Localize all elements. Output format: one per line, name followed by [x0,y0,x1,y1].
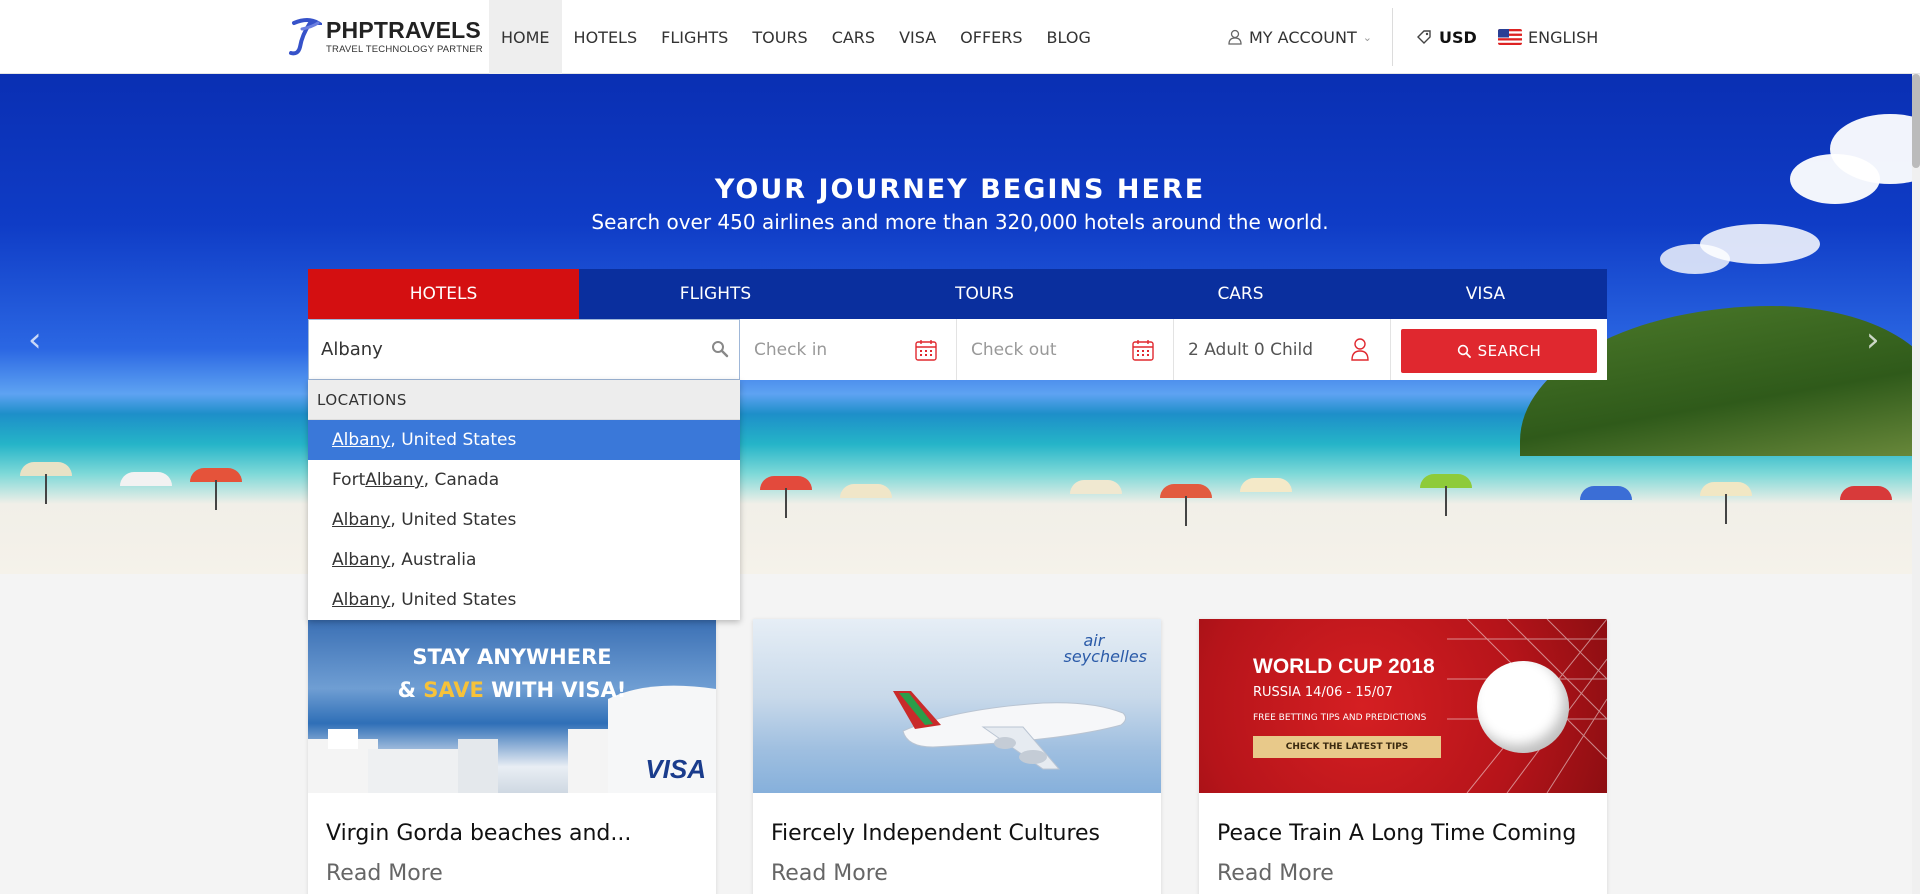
tab-visa[interactable]: VISA [1364,269,1607,319]
currency-label: USD [1439,27,1477,47]
blog-card[interactable]: air seychelles Fiercely Independent Cult… [753,619,1161,894]
hero-subtitle: Search over 450 airlines and more than 3… [591,210,1329,234]
read-more-link[interactable]: Read More [771,861,888,886]
main-nav: HOME HOTELS FLIGHTS TOURS CARS VISA OFFE… [489,0,1103,74]
nav-flights[interactable]: FLIGHTS [649,0,740,74]
card-title[interactable]: Fiercely Independent Cultures [771,821,1100,846]
world-cup-dates: RUSSIA 14/06 - 15/07 [1253,685,1393,700]
autocomplete-header: LOCATIONS [308,380,740,420]
currency-selector[interactable]: USD [1416,0,1477,74]
hero-title: YOUR JOURNEY BEGINS HERE [714,174,1206,205]
location-autocomplete: LOCATIONS Albany, United States Fort Alb… [308,380,740,620]
cloud-decoration [1660,244,1730,274]
item-suffix: , Australia [390,550,477,570]
tag-icon [1417,30,1431,44]
visa-logo: VISA [645,754,706,784]
autocomplete-item[interactable]: Albany, United States [308,580,740,620]
autocomplete-item[interactable]: Albany, United States [308,420,740,460]
blog-card[interactable]: WORLD CUP 2018 RUSSIA 14/06 - 15/07 FREE… [1199,619,1607,894]
item-match: Albany [332,590,391,610]
tab-cars[interactable]: CARS [1117,269,1364,319]
blog-card[interactable]: STAY ANYWHERE & SAVE WITH VISA! VISA Vir… [308,619,716,894]
autocomplete-item[interactable]: Fort Albany, Canada [308,460,740,500]
autocomplete-item[interactable]: Albany, United States [308,500,740,540]
search-button-label: SEARCH [1477,342,1542,360]
my-account-menu[interactable]: MY ACCOUNT ⌄ [1228,0,1372,74]
carousel-prev-icon[interactable]: ‹ [28,320,42,360]
logo-mark-icon [289,18,322,56]
tab-tours[interactable]: TOURS [852,269,1117,319]
nav-visa[interactable]: VISA [887,0,948,74]
logo-tagline: TRAVEL TECHNOLOGY PARTNER [326,44,483,56]
nav-cars[interactable]: CARS [820,0,887,74]
location-input[interactable] [321,339,701,360]
top-navbar: PHPTRAVELS TRAVEL TECHNOLOGY PARTNER HOM… [0,0,1920,74]
read-more-link[interactable]: Read More [326,861,443,886]
read-more-link[interactable]: Read More [1217,861,1334,886]
soccer-ball-icon [1477,661,1569,753]
location-field[interactable] [308,319,740,380]
chevron-down-icon: ⌄ [1362,30,1372,44]
calendar-icon [1132,340,1154,361]
search-button[interactable]: SEARCH [1401,329,1597,373]
tab-flights[interactable]: FLIGHTS [579,269,852,319]
header-divider [1392,8,1393,66]
search-icon [712,341,729,358]
item-prefix: Fort [332,470,366,490]
brand-logo[interactable]: PHPTRAVELS TRAVEL TECHNOLOGY PARTNER [288,16,483,58]
card-title[interactable]: Peace Train A Long Time Coming [1217,821,1576,846]
calendar-icon [915,340,937,361]
checkin-field[interactable]: Check in [740,319,957,380]
visa-promo-banner: STAY ANYWHERE & SAVE WITH VISA! VISA [308,619,716,793]
guests-value: 2 Adult 0 Child [1188,339,1314,360]
search-tabs: HOTELS FLIGHTS TOURS CARS VISA [308,269,1607,319]
item-suffix: , United States [390,430,517,450]
guests-field[interactable]: 2 Adult 0 Child [1174,319,1391,380]
search-icon [1457,344,1471,358]
world-cup-title: WORLD CUP 2018 [1253,655,1435,678]
my-account-label: MY ACCOUNT [1249,27,1357,47]
us-flag-icon [1498,29,1522,45]
item-match: Albany [332,510,391,530]
item-suffix: , United States [390,510,517,530]
tab-hotels[interactable]: HOTELS [308,269,579,319]
language-label: ENGLISH [1528,27,1599,47]
item-match: Albany [332,550,391,570]
nav-offers[interactable]: OFFERS [948,0,1034,74]
card-title[interactable]: Virgin Gorda beaches and... [326,821,631,846]
item-match: Albany [365,470,424,490]
user-icon [1228,29,1242,45]
page-scrollbar-thumb[interactable] [1912,74,1920,168]
nav-hotels[interactable]: HOTELS [562,0,650,74]
airplane-icon [893,691,1127,770]
user-icon [1351,338,1369,361]
air-seychelles-banner: air seychelles [753,619,1161,793]
carousel-next-icon[interactable]: › [1866,320,1880,360]
world-cup-tips-button: CHECK THE LATEST TIPS [1253,736,1441,758]
item-match: Albany [332,430,391,450]
nav-tours[interactable]: TOURS [740,0,819,74]
item-suffix: , Canada [423,470,500,490]
item-suffix: , United States [390,590,517,610]
autocomplete-item[interactable]: Albany, Australia [308,540,740,580]
logo-name: PHPTRAVELS [326,17,481,44]
world-cup-banner: WORLD CUP 2018 RUSSIA 14/06 - 15/07 FREE… [1199,619,1607,793]
nav-blog[interactable]: BLOG [1035,0,1103,74]
visa-banner-line2: & SAVE WITH VISA! [397,678,627,702]
language-selector[interactable]: ENGLISH [1498,0,1598,74]
world-cup-tip: FREE BETTING TIPS AND PREDICTIONS [1253,713,1427,723]
page-scrollbar[interactable] [1912,74,1920,894]
checkout-field[interactable]: Check out [957,319,1174,380]
visa-banner-line1: STAY ANYWHERE [412,645,612,669]
checkout-placeholder: Check out [971,339,1057,360]
checkin-placeholder: Check in [754,339,828,360]
air-seychelles-logo: air seychelles [1063,631,1148,666]
nav-home[interactable]: HOME [489,0,562,74]
